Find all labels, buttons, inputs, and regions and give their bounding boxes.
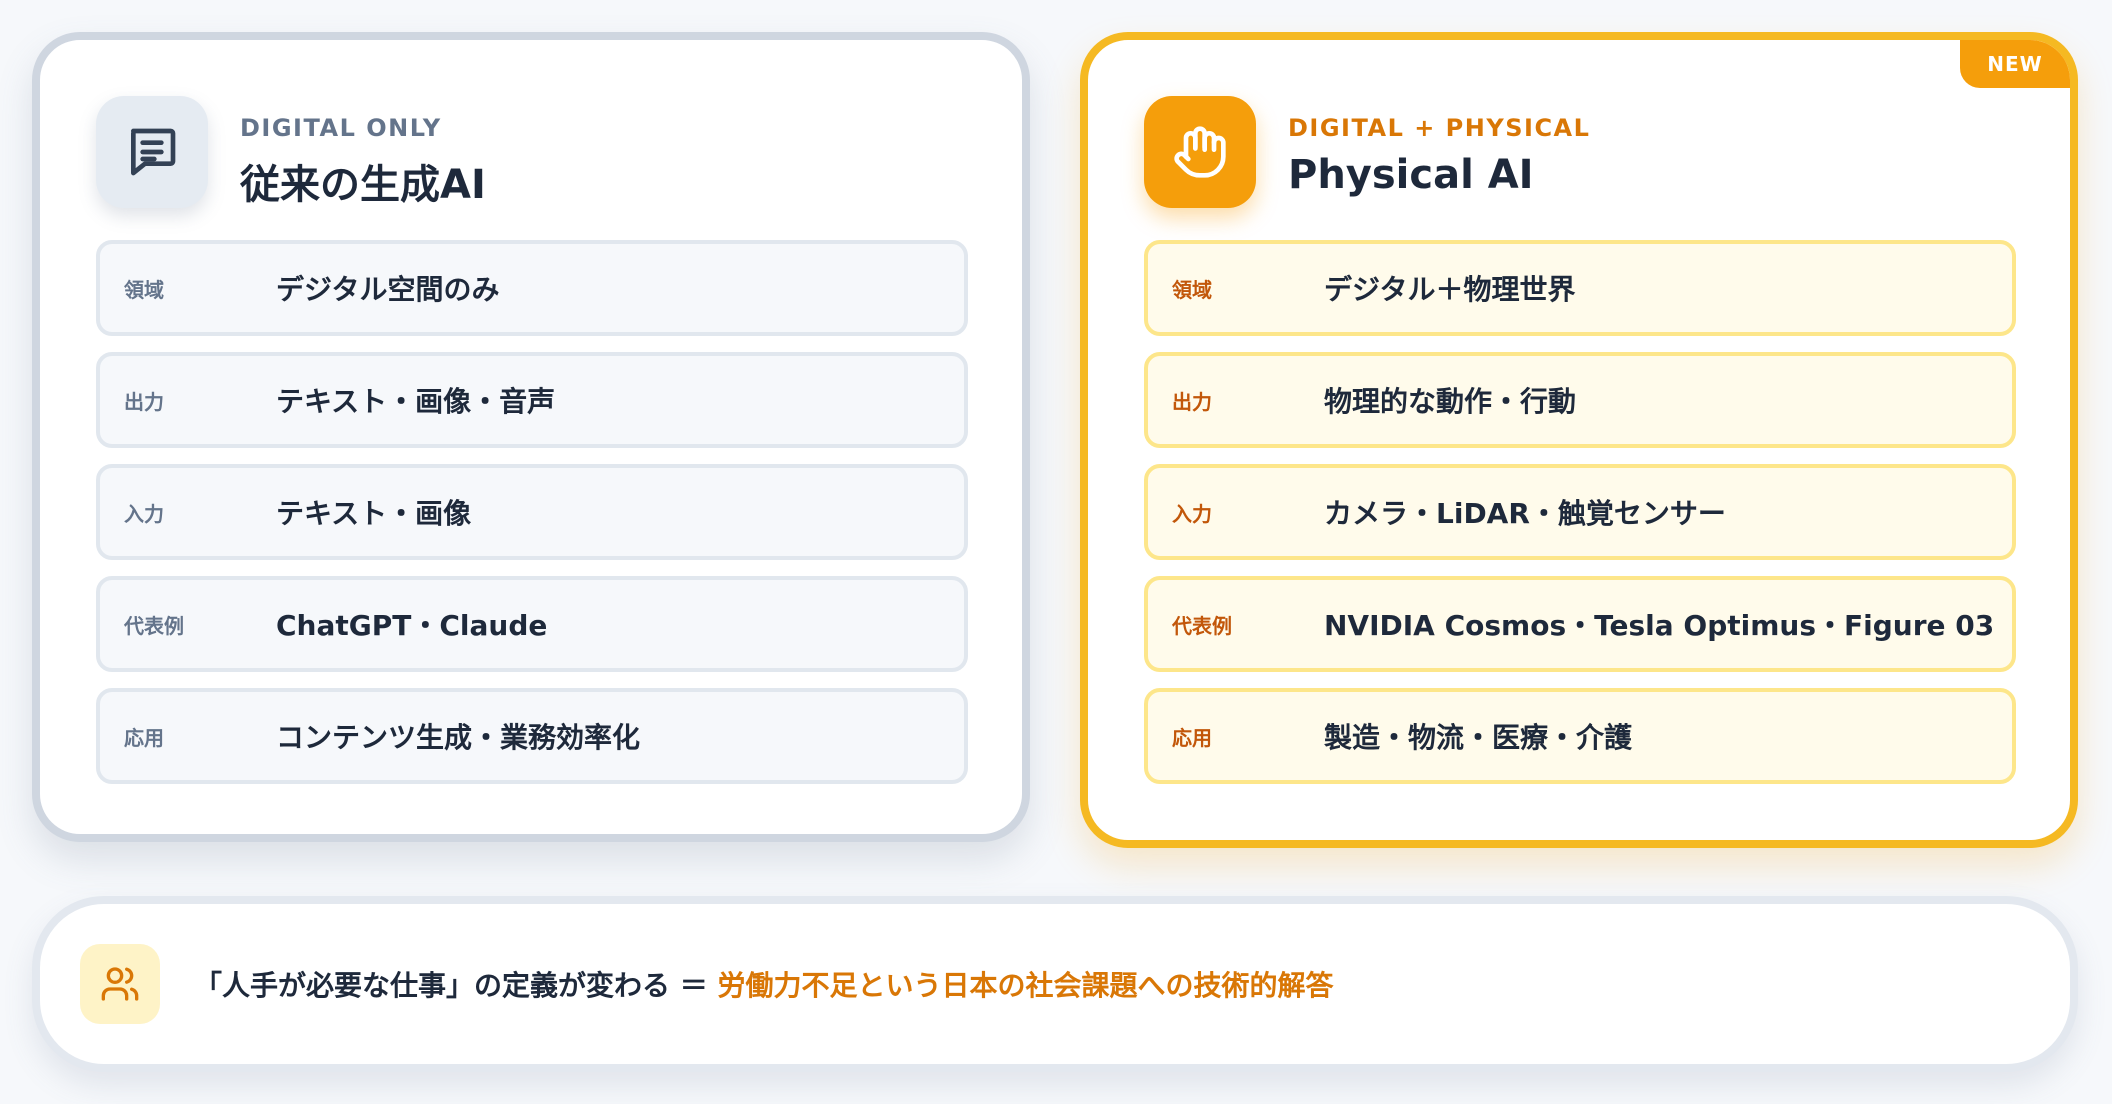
row-label: 入力 — [124, 501, 164, 526]
row-value: カメラ・LiDAR・触覚センサー — [1324, 497, 1726, 530]
summary-banner: 「人手が必要な仕事」の定義が変わる ＝ 労働力不足という日本の社会課題への技術的… — [32, 896, 2078, 1072]
row-label: 出力 — [124, 389, 164, 414]
list-item: 出力 物理的な動作・行動 — [1144, 352, 2016, 448]
list-item: 入力 テキスト・画像 — [96, 464, 968, 560]
row-value: NVIDIA Cosmos・Tesla Optimus・Figure 03 — [1324, 609, 1995, 642]
list-item: 応用 製造・物流・医療・介護 — [1144, 688, 2016, 784]
row-value: 製造・物流・医療・介護 — [1324, 721, 1633, 754]
left-card-title: 従来の生成AI — [240, 162, 486, 208]
list-item: 代表例 ChatGPT・Claude — [96, 576, 968, 672]
row-value: ChatGPT・Claude — [276, 609, 548, 642]
row-value: コンテンツ生成・業務効率化 — [276, 721, 641, 754]
left-card-eyebrow: DIGITAL ONLY — [240, 114, 442, 142]
row-label: 応用 — [1172, 725, 1212, 750]
row-label: 領域 — [124, 277, 164, 302]
row-value: テキスト・画像・音声 — [276, 385, 556, 418]
banner-highlight-text: 労働力不足という日本の社会課題への技術的解答 — [717, 969, 1334, 1002]
row-value: 物理的な動作・行動 — [1324, 385, 1577, 418]
list-item: 代表例 NVIDIA Cosmos・Tesla Optimus・Figure 0… — [1144, 576, 2016, 672]
banner-equals: ＝ — [670, 969, 718, 1002]
row-label: 領域 — [1172, 277, 1212, 302]
banner-text: 「人手が必要な仕事」の定義が変わる ＝ 労働力不足という日本の社会課題への技術的… — [194, 964, 1334, 1004]
row-value: デジタル＋物理世界 — [1324, 273, 1576, 306]
list-item: 応用 コンテンツ生成・業務効率化 — [96, 688, 968, 784]
banner-main-text: 「人手が必要な仕事」の定義が変わる — [194, 969, 671, 1002]
left-card-rows: 領域 デジタル空間のみ 出力 テキスト・画像・音声 入力 テキスト・画像 代表例… — [96, 240, 968, 800]
traditional-ai-card: DIGITAL ONLY 従来の生成AI 領域 デジタル空間のみ 出力 テキスト… — [32, 32, 1030, 842]
right-card-title: Physical AI — [1288, 152, 1534, 198]
message-square-icon — [96, 96, 208, 208]
physical-ai-card: NEW DIGITAL + PHYSICAL Physical AI 領域 デジ… — [1080, 32, 2078, 848]
row-value: デジタル空間のみ — [276, 273, 500, 306]
users-icon — [80, 944, 160, 1024]
row-label: 代表例 — [124, 613, 184, 638]
row-label: 入力 — [1172, 501, 1212, 526]
row-label: 応用 — [124, 725, 164, 750]
list-item: 入力 カメラ・LiDAR・触覚センサー — [1144, 464, 2016, 560]
row-value: テキスト・画像 — [276, 497, 472, 530]
new-badge: NEW — [1960, 40, 2070, 88]
list-item: 出力 テキスト・画像・音声 — [96, 352, 968, 448]
list-item: 領域 デジタル空間のみ — [96, 240, 968, 336]
row-label: 出力 — [1172, 389, 1212, 414]
hand-icon — [1144, 96, 1256, 208]
list-item: 領域 デジタル＋物理世界 — [1144, 240, 2016, 336]
row-label: 代表例 — [1172, 613, 1232, 638]
right-card-eyebrow: DIGITAL + PHYSICAL — [1288, 114, 1591, 142]
right-card-rows: 領域 デジタル＋物理世界 出力 物理的な動作・行動 入力 カメラ・LiDAR・触… — [1144, 240, 2016, 800]
